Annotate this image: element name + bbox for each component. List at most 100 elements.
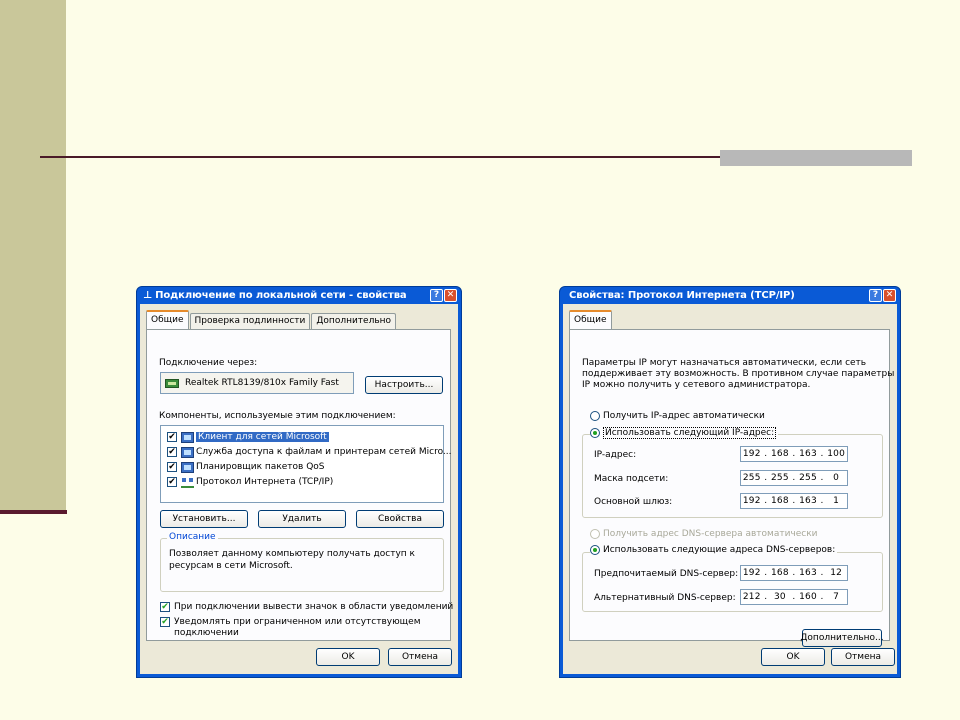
cancel-button[interactable]: Отмена (388, 648, 452, 666)
ip-octet: 160 (799, 592, 817, 602)
auto-dns-radio[interactable] (590, 529, 600, 539)
auto-dns-option[interactable]: Получить адрес DNS-сервера автоматически (590, 529, 818, 539)
ip-octet: 255 (742, 473, 761, 483)
manual-dns-option[interactable]: Использовать следующие адреса DNS-сервер… (590, 545, 838, 555)
ip-octet: 192 (742, 449, 761, 459)
tab-general[interactable]: Общие (146, 310, 189, 329)
auto-ip-label: Получить IP-адрес автоматически (603, 411, 765, 421)
ok-button[interactable]: OK (761, 648, 825, 666)
qos-scheduler-icon (181, 461, 194, 473)
gateway-label: Основной шлюз: (594, 497, 673, 507)
network-client-icon (181, 431, 194, 443)
lan-dialog-tabs: Общие Проверка подлинности Дополнительно (146, 310, 397, 329)
auto-ip-option[interactable]: Получить IP-адрес автоматически (590, 411, 765, 421)
cancel-button[interactable]: Отмена (831, 648, 895, 666)
slide-top-accent (720, 150, 912, 166)
ip-octet: 168 (771, 568, 789, 578)
component-checkbox[interactable]: ✔ (167, 432, 177, 442)
help-button[interactable]: ? (430, 289, 443, 302)
component-checkbox[interactable]: ✔ (167, 477, 177, 487)
ip-octet: 0 (833, 473, 840, 483)
ok-button[interactable]: OK (316, 648, 380, 666)
ip-octet: 255 (771, 473, 789, 483)
subnet-mask-field[interactable]: 255. 255. 255. 0 (740, 470, 848, 486)
close-button[interactable]: ✕ (883, 289, 896, 302)
preferred-dns-field[interactable]: 192. 168. 163. 12 (740, 565, 848, 581)
network-adapter-icon (165, 378, 179, 388)
ip-octet: 7 (833, 592, 840, 602)
gateway-field[interactable]: 192. 168. 163. 1 (740, 493, 848, 509)
properties-button[interactable]: Свойства (356, 510, 444, 528)
ip-octet: 255 (799, 473, 817, 483)
show-icon-option[interactable]: ✔ При подключении вывести значок в облас… (160, 602, 453, 612)
notify-option[interactable]: ✔ Уведомлять при ограниченном или отсутс… (160, 617, 420, 639)
ip-octet: 212 (742, 592, 761, 602)
close-button[interactable]: ✕ (444, 289, 457, 302)
description-legend: Описание (167, 532, 218, 542)
lan-dialog-body: Общие Проверка подлинности Дополнительно… (140, 304, 458, 674)
adapter-name: Realtek RTL8139/810x Family Fast (185, 378, 339, 388)
list-item[interactable]: ✔ Планировщик пакетов QoS (167, 460, 325, 474)
ip-address-field[interactable]: 192. 168. 163. 100 (740, 446, 848, 462)
auto-ip-radio[interactable] (590, 411, 600, 421)
component-label: Планировщик пакетов QoS (196, 462, 325, 472)
intro-text-1: Параметры IP могут назначаться автоматич… (582, 358, 867, 368)
general-tab-panel: Подключение через: Realtek RTL8139/810x … (146, 329, 453, 641)
manual-ip-label: Использовать следующий IP-адрес: (603, 427, 777, 439)
preferred-dns-label: Предпочитаемый DNS-сервер: (594, 569, 739, 579)
general-tab-panel: Параметры IP могут назначаться автоматич… (569, 329, 894, 647)
tcpip-protocol-icon (181, 477, 194, 488)
ip-octet: 30 (773, 592, 786, 602)
ip-octet: 192 (742, 568, 761, 578)
tcpip-dialog-title: Свойства: Протокол Интернета (TCP/IP) (569, 290, 795, 301)
lan-dialog-title: Подключение по локальной сети - свойства (155, 290, 407, 301)
slide-side-bar (0, 0, 66, 512)
ip-octet: 168 (771, 496, 789, 506)
components-list[interactable]: ✔ Клиент для сетей Microsoft ✔ Служба до… (160, 425, 452, 503)
tab-general[interactable]: Общие (569, 310, 612, 329)
tab-advanced[interactable]: Дополнительно (311, 313, 397, 329)
description-text-2: ресурсам в сети Microsoft. (169, 561, 293, 571)
list-item[interactable]: ✔ Служба доступа к файлам и принтерам се… (167, 445, 452, 459)
subnet-mask-label: Маска подсети: (594, 474, 669, 484)
ip-octet: 1 (833, 496, 840, 506)
component-checkbox[interactable]: ✔ (167, 462, 177, 472)
ip-octet: 168 (771, 449, 789, 459)
list-item[interactable]: ✔ Протокол Интернета (TCP/IP) (167, 475, 333, 489)
notify-checkbox[interactable]: ✔ (160, 617, 170, 627)
ip-octet: 163 (799, 449, 817, 459)
alternate-dns-label: Альтернативный DNS-сервер: (594, 593, 736, 603)
manual-ip-radio[interactable] (590, 428, 600, 438)
tcpip-dialog-body: Общие Параметры IP могут назначаться авт… (563, 304, 897, 674)
ip-octet: 192 (742, 496, 761, 506)
show-icon-checkbox[interactable]: ✔ (160, 602, 170, 612)
ip-address-label: IP-адрес: (594, 450, 637, 460)
install-button[interactable]: Установить... (160, 510, 248, 528)
tcpip-dialog-titlebar[interactable]: Свойства: Протокол Интернета (TCP/IP) ? … (563, 287, 897, 304)
manual-ip-option[interactable]: Использовать следующий IP-адрес: (590, 427, 779, 439)
file-printer-sharing-icon (181, 446, 194, 458)
connect-via-label: Подключение через: (159, 358, 258, 368)
notify-label: Уведомлять при ограниченном или отсутств… (174, 617, 421, 627)
configure-button[interactable]: Настроить... (365, 376, 443, 394)
tab-authentication[interactable]: Проверка подлинности (189, 313, 311, 329)
ip-octet: 100 (827, 449, 846, 459)
alternate-dns-field[interactable]: 212. 30. 160. 7 (740, 589, 848, 605)
ip-octet: 163 (799, 568, 817, 578)
lan-dialog-titlebar[interactable]: ⊥ Подключение по локальной сети - свойст… (140, 287, 458, 304)
help-button[interactable]: ? (869, 289, 882, 302)
advanced-button[interactable]: Дополнительно... (800, 629, 884, 647)
auto-dns-label: Получить адрес DNS-сервера автоматически (603, 529, 818, 539)
ip-octet: 163 (799, 496, 817, 506)
tcpip-dialog-tabs: Общие (569, 310, 613, 329)
components-label: Компоненты, используемые этим подключени… (159, 411, 396, 421)
list-item[interactable]: ✔ Клиент для сетей Microsoft (167, 430, 329, 444)
adapter-field: Realtek RTL8139/810x Family Fast (160, 372, 354, 394)
component-checkbox[interactable]: ✔ (167, 447, 177, 457)
show-icon-label: При подключении вывести значок в области… (174, 602, 454, 612)
ip-octet: 12 (830, 568, 843, 578)
manual-dns-radio[interactable] (590, 545, 600, 555)
component-label: Клиент для сетей Microsoft (196, 432, 329, 442)
intro-text-2: поддерживает эту возможность. В противно… (582, 369, 895, 379)
remove-button[interactable]: Удалить (258, 510, 346, 528)
